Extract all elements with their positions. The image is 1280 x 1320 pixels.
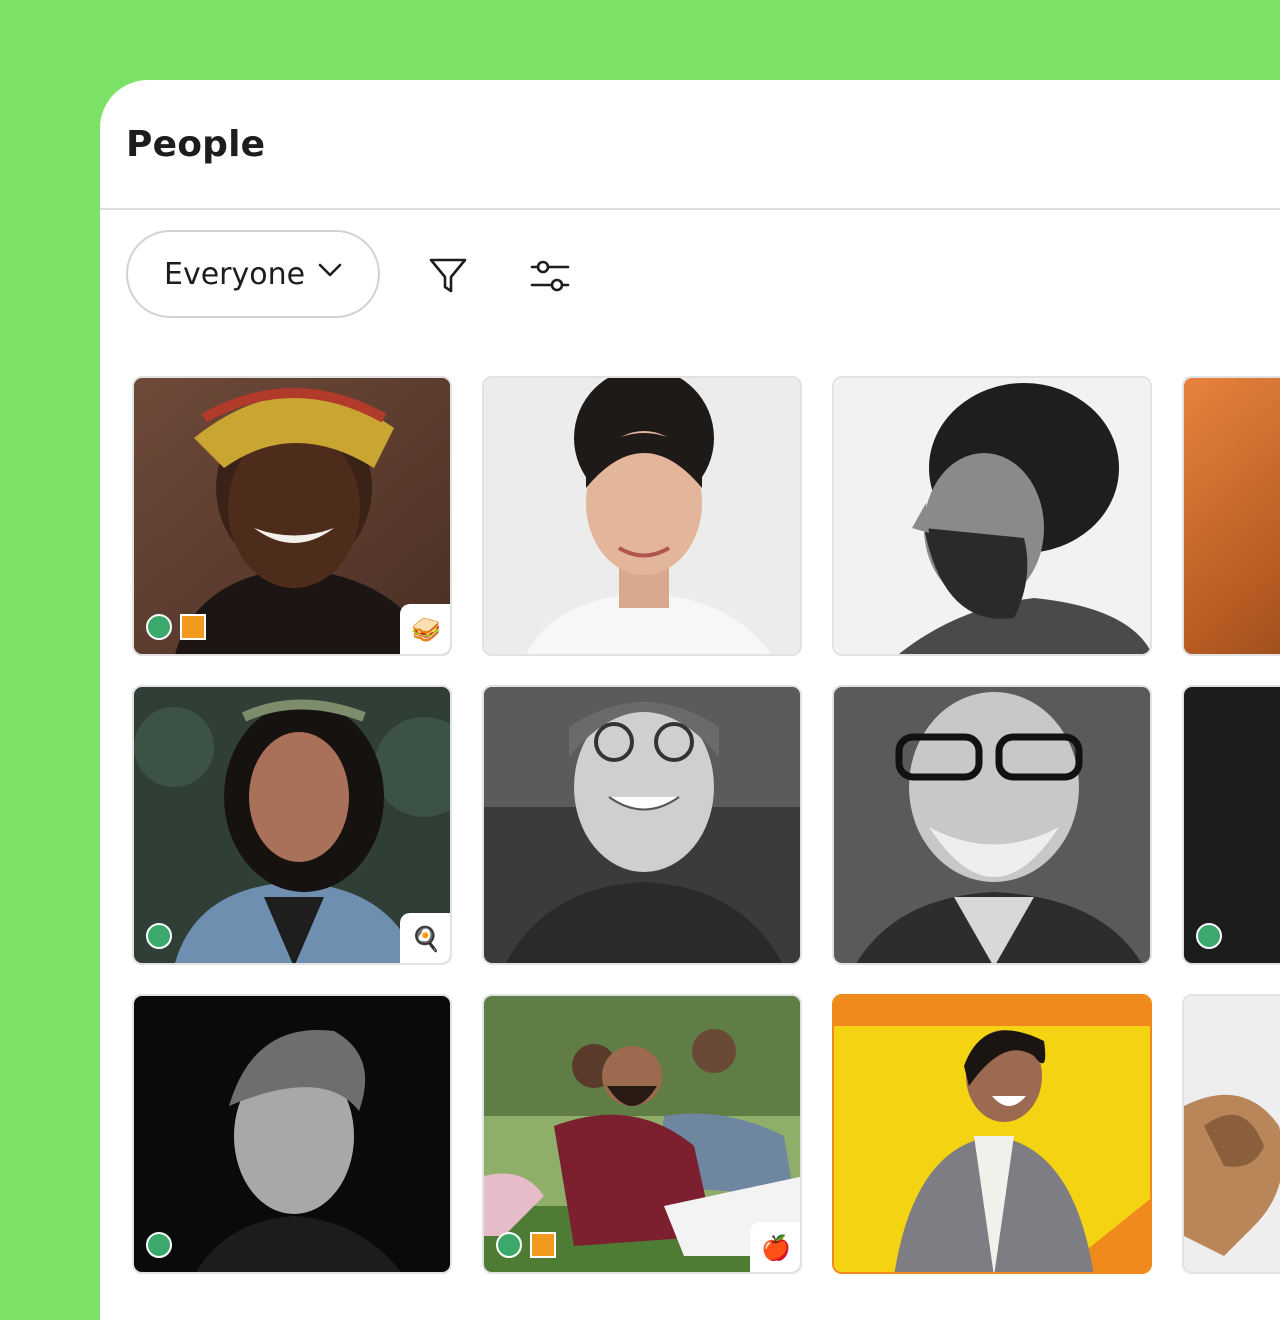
person-card[interactable]: [1182, 376, 1280, 656]
person-photo: [1184, 378, 1280, 654]
audience-dropdown-label: Everyone: [164, 256, 306, 292]
chevron-down-icon: [318, 263, 342, 277]
person-card[interactable]: [1182, 685, 1280, 965]
emoji-badge: 🥪: [400, 604, 450, 654]
person-card[interactable]: [132, 994, 452, 1274]
toolbar: Everyone: [100, 230, 1280, 322]
emoji-badge: 🍳: [400, 913, 450, 963]
person-card[interactable]: 🍳: [132, 685, 452, 965]
online-status-dot: [146, 923, 172, 949]
person-card[interactable]: [1182, 994, 1280, 1274]
person-photo: [834, 996, 1150, 1272]
people-panel: People Everyone 🥪 🍳 🍎: [100, 80, 1280, 1320]
person-card[interactable]: 🍎: [482, 994, 802, 1274]
person-photo: [484, 687, 800, 963]
person-photo: [1184, 687, 1280, 963]
status-square-icon: [180, 614, 206, 640]
emoji-badge: 🍎: [750, 1222, 800, 1272]
online-status-dot: [146, 1232, 172, 1258]
page-title: People: [126, 124, 266, 165]
online-status-dot: [146, 614, 172, 640]
person-card[interactable]: [482, 685, 802, 965]
person-card[interactable]: [832, 994, 1152, 1274]
person-card[interactable]: [832, 685, 1152, 965]
status-square-icon: [530, 1232, 556, 1258]
online-status-dot: [496, 1232, 522, 1258]
header: People: [100, 80, 1280, 210]
filter-icon[interactable]: [428, 256, 468, 296]
person-photo: [1184, 996, 1280, 1272]
person-card[interactable]: 🥪: [132, 376, 452, 656]
online-status-dot: [1196, 923, 1222, 949]
person-card[interactable]: [832, 376, 1152, 656]
sliders-icon[interactable]: [530, 256, 570, 296]
audience-dropdown[interactable]: Everyone: [126, 230, 380, 318]
person-card[interactable]: [482, 376, 802, 656]
person-photo: [134, 996, 450, 1272]
person-photo: [834, 378, 1150, 654]
person-photo: [484, 378, 800, 654]
person-photo: [834, 687, 1150, 963]
